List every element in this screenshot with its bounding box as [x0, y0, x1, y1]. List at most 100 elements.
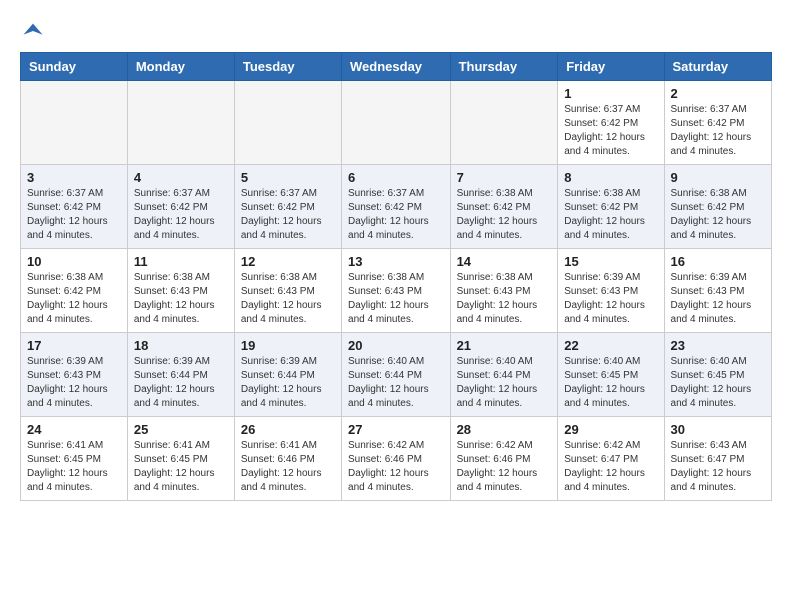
day-info: Sunrise: 6:41 AMSunset: 6:46 PMDaylight:…	[241, 439, 335, 495]
day-info: Sunrise: 6:43 AMSunset: 6:47 PMDaylight:…	[671, 439, 765, 495]
calendar-day: 18 Sunrise: 6:39 AMSunset: 6:44 PMDayligh…	[127, 333, 234, 417]
day-number: 18	[134, 338, 228, 353]
day-info: Sunrise: 6:38 AMSunset: 6:42 PMDaylight:…	[671, 187, 765, 243]
header-monday: Monday	[127, 53, 234, 81]
calendar-day: 30 Sunrise: 6:43 AMSunset: 6:47 PMDayligh…	[664, 417, 771, 501]
day-info: Sunrise: 6:38 AMSunset: 6:42 PMDaylight:…	[564, 187, 657, 243]
day-number: 5	[241, 170, 335, 185]
day-number: 30	[671, 422, 765, 437]
header-wednesday: Wednesday	[342, 53, 451, 81]
day-info: Sunrise: 6:39 AMSunset: 6:43 PMDaylight:…	[27, 355, 121, 411]
header-friday: Friday	[558, 53, 664, 81]
calendar-day: 6 Sunrise: 6:37 AMSunset: 6:42 PMDaylight…	[342, 165, 451, 249]
day-number: 6	[348, 170, 444, 185]
day-number: 17	[27, 338, 121, 353]
day-number: 13	[348, 254, 444, 269]
calendar-day	[342, 81, 451, 165]
day-info: Sunrise: 6:41 AMSunset: 6:45 PMDaylight:…	[27, 439, 121, 495]
day-info: Sunrise: 6:41 AMSunset: 6:45 PMDaylight:…	[134, 439, 228, 495]
logo-bird-icon	[22, 20, 44, 42]
day-number: 14	[457, 254, 552, 269]
calendar-day: 28Sunrise: 6:42 AMSunset: 6:46 PMDayligh…	[450, 417, 558, 501]
day-info: Sunrise: 6:40 AMSunset: 6:45 PMDaylight:…	[671, 355, 765, 411]
calendar-table: SundayMondayTuesdayWednesdayThursdayFrid…	[20, 52, 772, 501]
calendar-day	[127, 81, 234, 165]
day-number: 10	[27, 254, 121, 269]
calendar-day: 3Sunrise: 6:37 AMSunset: 6:42 PMDaylight…	[21, 165, 128, 249]
calendar-day: 2 Sunrise: 6:37 AMSunset: 6:42 PMDaylight…	[664, 81, 771, 165]
header-sunday: Sunday	[21, 53, 128, 81]
day-info: Sunrise: 6:39 AMSunset: 6:43 PMDaylight:…	[671, 271, 765, 327]
day-number: 9	[671, 170, 765, 185]
calendar-header-row: SundayMondayTuesdayWednesdayThursdayFrid…	[21, 53, 772, 81]
calendar-day: 27Sunrise: 6:42 AMSunset: 6:46 PMDayligh…	[342, 417, 451, 501]
day-number: 28	[457, 422, 552, 437]
day-info: Sunrise: 6:39 AMSunset: 6:43 PMDaylight:…	[564, 271, 657, 327]
day-number: 19	[241, 338, 335, 353]
day-info: Sunrise: 6:39 AMSunset: 6:44 PMDaylight:…	[241, 355, 335, 411]
day-info: Sunrise: 6:38 AMSunset: 6:43 PMDaylight:…	[348, 271, 444, 327]
day-number: 23	[671, 338, 765, 353]
calendar-day: 22Sunrise: 6:40 AMSunset: 6:45 PMDayligh…	[558, 333, 664, 417]
calendar-day: 11 Sunrise: 6:38 AMSunset: 6:43 PMDayligh…	[127, 249, 234, 333]
day-info: Sunrise: 6:38 AMSunset: 6:42 PMDaylight:…	[457, 187, 552, 243]
day-info: Sunrise: 6:37 AMSunset: 6:42 PMDaylight:…	[134, 187, 228, 243]
day-number: 12	[241, 254, 335, 269]
calendar-day: 17 Sunrise: 6:39 AMSunset: 6:43 PMDayligh…	[21, 333, 128, 417]
day-number: 15	[564, 254, 657, 269]
day-number: 2	[671, 86, 765, 101]
calendar-day: 5 Sunrise: 6:37 AMSunset: 6:42 PMDaylight…	[234, 165, 341, 249]
header-thursday: Thursday	[450, 53, 558, 81]
day-number: 24	[27, 422, 121, 437]
calendar-week-5: 24 Sunrise: 6:41 AMSunset: 6:45 PMDayligh…	[21, 417, 772, 501]
day-info: Sunrise: 6:37 AMSunset: 6:42 PMDaylight:…	[671, 103, 765, 159]
calendar-week-2: 3Sunrise: 6:37 AMSunset: 6:42 PMDaylight…	[21, 165, 772, 249]
header-tuesday: Tuesday	[234, 53, 341, 81]
day-number: 4	[134, 170, 228, 185]
day-info: Sunrise: 6:37 AMSunset: 6:42 PMDaylight:…	[564, 103, 657, 159]
calendar-day: 20Sunrise: 6:40 AMSunset: 6:44 PMDayligh…	[342, 333, 451, 417]
calendar-day: 16Sunrise: 6:39 AMSunset: 6:43 PMDayligh…	[664, 249, 771, 333]
calendar-day: 24 Sunrise: 6:41 AMSunset: 6:45 PMDayligh…	[21, 417, 128, 501]
calendar-week-1: 1 Sunrise: 6:37 AMSunset: 6:42 PMDaylight…	[21, 81, 772, 165]
calendar-day: 25 Sunrise: 6:41 AMSunset: 6:45 PMDayligh…	[127, 417, 234, 501]
day-number: 25	[134, 422, 228, 437]
day-info: Sunrise: 6:38 AMSunset: 6:43 PMDaylight:…	[134, 271, 228, 327]
day-info: Sunrise: 6:38 AMSunset: 6:43 PMDaylight:…	[241, 271, 335, 327]
day-number: 7	[457, 170, 552, 185]
day-number: 8	[564, 170, 657, 185]
calendar-day	[21, 81, 128, 165]
day-number: 21	[457, 338, 552, 353]
calendar-day: 4 Sunrise: 6:37 AMSunset: 6:42 PMDaylight…	[127, 165, 234, 249]
calendar-day: 23 Sunrise: 6:40 AMSunset: 6:45 PMDayligh…	[664, 333, 771, 417]
calendar-day	[234, 81, 341, 165]
calendar-day: 10 Sunrise: 6:38 AMSunset: 6:42 PMDayligh…	[21, 249, 128, 333]
calendar-day: 21 Sunrise: 6:40 AMSunset: 6:44 PMDayligh…	[450, 333, 558, 417]
calendar-day: 12 Sunrise: 6:38 AMSunset: 6:43 PMDayligh…	[234, 249, 341, 333]
day-info: Sunrise: 6:40 AMSunset: 6:44 PMDaylight:…	[457, 355, 552, 411]
calendar-day: 1 Sunrise: 6:37 AMSunset: 6:42 PMDaylight…	[558, 81, 664, 165]
day-number: 1	[564, 86, 657, 101]
logo	[20, 20, 44, 42]
calendar-day: 26Sunrise: 6:41 AMSunset: 6:46 PMDayligh…	[234, 417, 341, 501]
day-info: Sunrise: 6:42 AMSunset: 6:47 PMDaylight:…	[564, 439, 657, 495]
calendar-day: 8 Sunrise: 6:38 AMSunset: 6:42 PMDaylight…	[558, 165, 664, 249]
day-info: Sunrise: 6:37 AMSunset: 6:42 PMDaylight:…	[348, 187, 444, 243]
calendar-week-4: 17 Sunrise: 6:39 AMSunset: 6:43 PMDayligh…	[21, 333, 772, 417]
day-info: Sunrise: 6:38 AMSunset: 6:42 PMDaylight:…	[27, 271, 121, 327]
day-info: Sunrise: 6:38 AMSunset: 6:43 PMDaylight:…	[457, 271, 552, 327]
calendar-day: 13 Sunrise: 6:38 AMSunset: 6:43 PMDayligh…	[342, 249, 451, 333]
day-info: Sunrise: 6:40 AMSunset: 6:44 PMDaylight:…	[348, 355, 444, 411]
calendar-day	[450, 81, 558, 165]
calendar-day: 29 Sunrise: 6:42 AMSunset: 6:47 PMDayligh…	[558, 417, 664, 501]
calendar-day: 14 Sunrise: 6:38 AMSunset: 6:43 PMDayligh…	[450, 249, 558, 333]
day-info: Sunrise: 6:37 AMSunset: 6:42 PMDaylight:…	[241, 187, 335, 243]
calendar-day: 7 Sunrise: 6:38 AMSunset: 6:42 PMDaylight…	[450, 165, 558, 249]
header-saturday: Saturday	[664, 53, 771, 81]
day-number: 11	[134, 254, 228, 269]
day-info: Sunrise: 6:39 AMSunset: 6:44 PMDaylight:…	[134, 355, 228, 411]
day-number: 29	[564, 422, 657, 437]
calendar-day: 9 Sunrise: 6:38 AMSunset: 6:42 PMDaylight…	[664, 165, 771, 249]
calendar-week-3: 10 Sunrise: 6:38 AMSunset: 6:42 PMDayligh…	[21, 249, 772, 333]
day-number: 22	[564, 338, 657, 353]
